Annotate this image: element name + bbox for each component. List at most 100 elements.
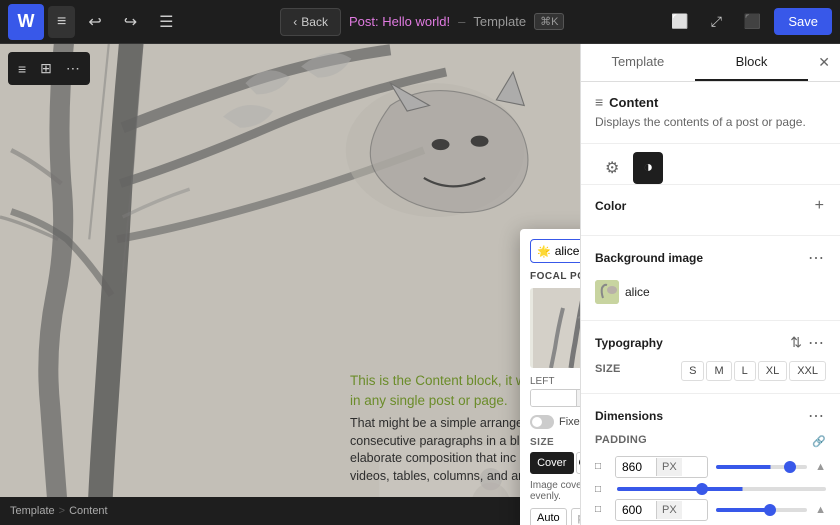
size-s[interactable]: S (681, 361, 704, 381)
settings-button[interactable]: ⬛ (735, 6, 770, 37)
tab-block[interactable]: Block (695, 44, 809, 81)
padding-row-3: □ PX ▲ (595, 499, 826, 521)
padding-input-1[interactable] (616, 457, 656, 477)
right-panel: Template Block ✕ ≡ Content Displays the … (580, 44, 840, 525)
content-heading-text2: in any single post or page. (350, 393, 508, 408)
padding-collapse-3[interactable]: ▲ (815, 504, 826, 516)
breadcrumb-template[interactable]: Template (10, 505, 55, 517)
typography-resize-icon: ⇅ (790, 334, 802, 351)
padding-input-3[interactable] (616, 500, 656, 520)
undo-button[interactable]: ↩ (79, 5, 110, 39)
bg-image-title: Background image (595, 251, 703, 265)
save-button[interactable]: Save (774, 8, 832, 35)
topbar-right: ⬜ ⤢ ⬛ Save (662, 6, 832, 37)
typography-controls: ⇅ ⋯ (790, 333, 826, 353)
padding-input-3-wrap: PX (615, 499, 708, 521)
color-section-header: Color + (595, 197, 826, 215)
dimensions-section-header: Dimensions ⋯ (595, 406, 826, 426)
topbar-center: ‹ Back Post: Hello world! – Template ⌘K (187, 8, 659, 36)
bottom-bar: Template > Content (0, 497, 580, 525)
padding-slider-3[interactable] (716, 508, 807, 512)
breadcrumb-content[interactable]: Content (69, 505, 108, 517)
image-search-input[interactable] (555, 244, 580, 258)
size-cover-button[interactable]: Cover (530, 452, 574, 474)
size-options: S M L XL XXL (681, 361, 826, 381)
resize-button[interactable]: ⤢ (702, 6, 731, 37)
canvas-menu-button[interactable]: ⋯ (60, 56, 86, 81)
fixed-bg-row: Fixed background (530, 415, 580, 429)
left-label: LEFT (530, 376, 580, 387)
breadcrumb-title[interactable]: Post: Hello world! (349, 14, 450, 29)
bg-image-section: Background image ⋯ alice (581, 236, 840, 321)
tab-template[interactable]: Template (581, 44, 695, 81)
shortcut-badge: ⌘K (534, 13, 564, 30)
padding-header: PADDING 🔗 (595, 434, 826, 450)
size-contain-button[interactable]: Contain (576, 452, 580, 474)
style-icon: ◑ (643, 159, 653, 176)
settings-tabs: ⚙ ◑ (581, 144, 840, 185)
size-sublabel: SIZE (595, 363, 621, 375)
size-controls: S M L XL XXL (681, 361, 826, 381)
size-label: SIZE (530, 437, 580, 448)
settings-tab-settings[interactable]: ⚙ (595, 152, 629, 184)
link-button[interactable]: 🔗 (812, 435, 826, 448)
padding-row-2: □ (595, 484, 826, 495)
size-xxl[interactable]: XXL (789, 361, 826, 381)
color-section: Color + (581, 185, 840, 236)
block-header: ≡ Content Displays the contents of a pos… (581, 82, 840, 144)
bg-image-label: alice (625, 285, 650, 299)
block-desc: Displays the contents of a post or page. (595, 114, 826, 131)
size-xl[interactable]: XL (758, 361, 787, 381)
topbar: W ≡ ↩ ↪ ☰ ‹ Back Post: Hello world! – Te… (0, 0, 840, 44)
repeat-auto-button[interactable]: Auto (530, 508, 567, 525)
list-view-button[interactable]: ☰ (150, 5, 182, 39)
padding-slider-2[interactable] (617, 487, 826, 491)
panel-tabs: Template Block ✕ (581, 44, 840, 82)
content-heading-text: This is the Content block, it will (350, 373, 535, 388)
typography-section: Typography ⇅ ⋯ SIZE S M L XL XXL (581, 321, 840, 394)
padding-icon-3: □ (595, 504, 611, 515)
dimensions-menu-button[interactable]: ⋯ (806, 406, 826, 426)
back-button[interactable]: ‹ Back (280, 8, 341, 36)
wp-logo[interactable]: W (8, 4, 44, 40)
left-field: LEFT % (530, 376, 580, 407)
toggle-knob (532, 417, 542, 427)
padding-collapse-1[interactable]: ▲ (815, 461, 826, 473)
size-m[interactable]: M (706, 361, 731, 381)
topbar-left: W ≡ ↩ ↪ ☰ (8, 4, 183, 40)
view-button[interactable]: ⬜ (662, 6, 697, 37)
padding-icon-2: □ (595, 484, 611, 495)
main-area: ≡ ⊞ ⋯ (0, 44, 840, 525)
typography-menu-button[interactable]: ⋯ (806, 333, 826, 353)
size-buttons: Cover Contain Tile (530, 452, 580, 474)
close-panel-button[interactable]: ✕ (808, 44, 840, 81)
canvas-area: ≡ ⊞ ⋯ (0, 44, 580, 525)
popup-left-top-row: LEFT % TOP % (530, 376, 580, 407)
left-input[interactable] (531, 390, 576, 406)
fixed-bg-toggle[interactable] (530, 415, 554, 429)
focal-image[interactable] (530, 288, 580, 368)
breadcrumb-separator: – (458, 14, 465, 29)
padding-unit-1: PX (656, 458, 682, 476)
size-l[interactable]: L (734, 361, 756, 381)
padding-label: PADDING (595, 434, 647, 446)
focal-point-label: FOCAL POINT (530, 271, 580, 282)
block-content-icon: ≡ (595, 94, 603, 110)
settings-tab-style[interactable]: ◑ (633, 152, 663, 184)
canvas-grid-button[interactable]: ⊞ (34, 56, 58, 81)
bg-image-preview (595, 280, 619, 304)
color-add-button[interactable]: + (813, 197, 826, 215)
padding-slider-1[interactable] (716, 465, 807, 469)
image-search-container[interactable]: 🌟 (530, 239, 580, 263)
block-name: Content (609, 95, 658, 110)
toolbar-toggle-button[interactable]: ≡ (48, 6, 75, 38)
back-label: Back (301, 15, 328, 29)
bg-image-menu-button[interactable]: ⋯ (806, 248, 826, 268)
breadcrumb-template: Template (473, 14, 526, 29)
image-search-icon: 🌟 (537, 245, 551, 258)
popup-note: Image covers the space evenly. (530, 480, 580, 502)
canvas-list-button[interactable]: ≡ (12, 56, 32, 81)
typography-size-row: SIZE S M L XL XXL (595, 361, 826, 381)
repeat-px-button[interactable]: px (571, 508, 580, 525)
redo-button[interactable]: ↪ (115, 5, 146, 39)
